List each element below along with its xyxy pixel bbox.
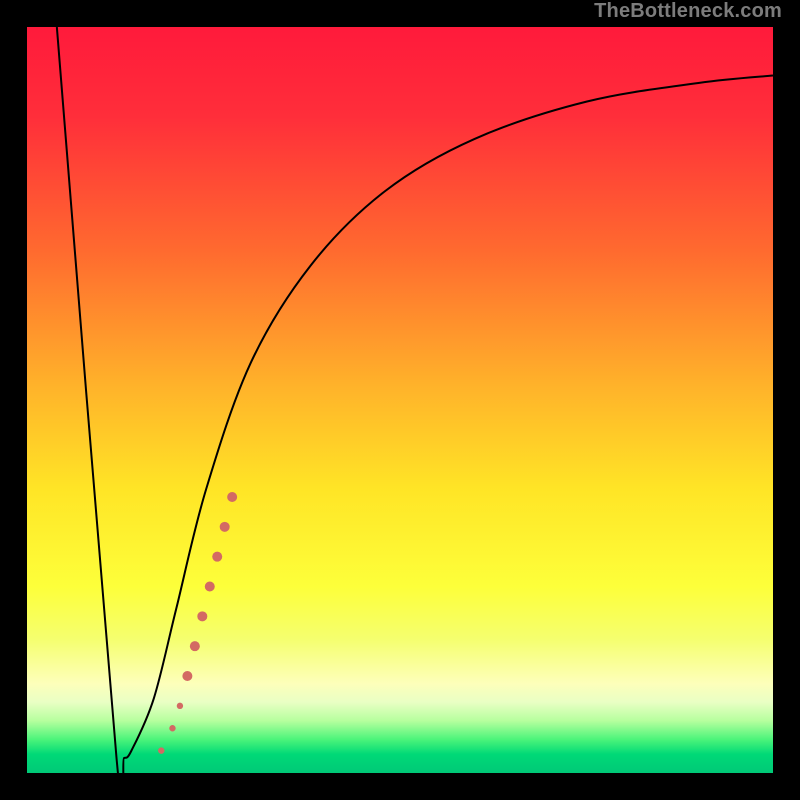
watermark-label: TheBottleneck.com [594,0,782,23]
marker-dot [169,725,175,731]
marker-dot [197,611,207,621]
marker-dot [220,522,230,532]
marker-dot [177,703,183,709]
bottleneck-chart [0,0,800,800]
marker-dot [205,582,215,592]
marker-dot [212,552,222,562]
marker-dot [190,641,200,651]
plot-background [27,27,773,773]
chart-frame: TheBottleneck.com [0,0,800,800]
marker-dot [158,747,164,753]
marker-dot [182,671,192,681]
marker-dot [227,492,237,502]
